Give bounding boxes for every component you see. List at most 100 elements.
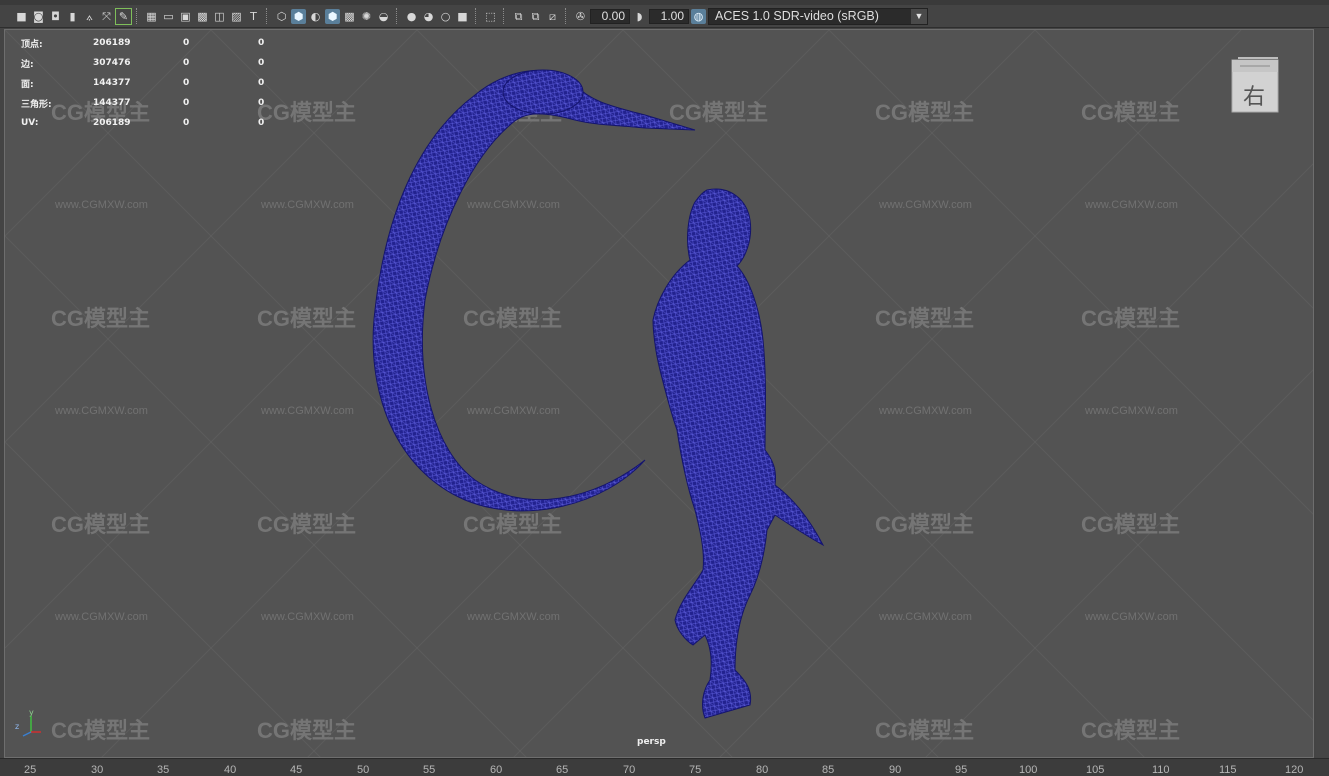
grease-pencil-icon[interactable]: ✎ <box>115 7 132 25</box>
hud-row: 三角形: 144377 0 0 <box>21 93 298 113</box>
hud-value: 144377 <box>93 78 131 88</box>
time-tick-label: 55 <box>423 764 436 776</box>
time-tick-label: 90 <box>889 764 902 776</box>
bookmark-icon[interactable]: ▮ <box>65 9 80 24</box>
hud-value: 0 <box>183 38 190 48</box>
toolbar-separator <box>136 8 139 24</box>
viewport-toolbar: ■ ◙ ◘ ▮ ⟑ ⤧ ✎ ▦ ▭ ▣ ▩ ◫ ▨ T ⬡ ⬢ ◐ ⬢ ▩ ✺ … <box>0 5 1329 28</box>
creature-tail <box>372 70 696 512</box>
hud-value: 0 <box>258 118 265 128</box>
exposure-icon[interactable]: ✇ <box>573 9 588 24</box>
toolbar-separator <box>396 8 399 24</box>
field-chart-icon[interactable]: ◫ <box>212 9 227 24</box>
xray-components-icon[interactable]: ⧄ <box>545 9 560 24</box>
hud-label: 三角形: <box>21 99 52 110</box>
axis-y-label: y <box>29 708 34 717</box>
gamma-field[interactable]: 1.00 <box>649 8 689 24</box>
time-tick-label: 35 <box>157 764 170 776</box>
axis-z-label: z <box>15 722 20 731</box>
hud-label: 顶点: <box>21 39 43 50</box>
time-tick-label: 60 <box>490 764 503 776</box>
tail-tip-coil <box>502 69 584 115</box>
lights-icon[interactable]: ✺ <box>359 9 374 24</box>
right-panel-edge <box>1316 29 1329 758</box>
grid-icon[interactable]: ▦ <box>144 9 159 24</box>
film-gate-icon[interactable]: ▭ <box>161 9 176 24</box>
hud-label: UV: <box>21 118 39 128</box>
motion-blur-icon[interactable]: ◕ <box>421 9 436 24</box>
hud-value: 144377 <box>93 98 131 108</box>
time-slider[interactable]: 25 30 35 40 45 50 55 60 65 70 75 80 85 9… <box>0 758 1329 776</box>
hud-value: 0 <box>183 78 190 88</box>
time-tick-label: 105 <box>1086 764 1105 776</box>
hud-value: 0 <box>183 58 190 68</box>
color-management-icon[interactable]: ◍ <box>691 8 706 24</box>
shadows-icon[interactable]: ◒ <box>376 9 391 24</box>
view-cube[interactable]: 右 <box>1230 57 1280 114</box>
hud-value: 0 <box>183 98 190 108</box>
time-tick-label: 75 <box>689 764 702 776</box>
wireframe-icon[interactable]: ⬡ <box>274 9 289 24</box>
time-tick-label: 80 <box>756 764 769 776</box>
default-material-icon[interactable]: ◐ <box>308 9 323 24</box>
time-tick-label: 100 <box>1019 764 1038 776</box>
time-tick-label: 110 <box>1152 764 1170 776</box>
hud-row: UV: 206189 0 0 <box>21 113 298 133</box>
time-tick-label: 70 <box>623 764 636 776</box>
hud-row: 面: 144377 0 0 <box>21 73 298 93</box>
hud-value: 0 <box>258 98 265 108</box>
time-tick-label: 115 <box>1219 764 1237 776</box>
chevron-down-icon[interactable]: ▼ <box>911 8 927 24</box>
hud-row: 边: 307476 0 0 <box>21 53 298 73</box>
time-tick-label: 40 <box>224 764 237 776</box>
wireframe-model[interactable] <box>5 30 1314 758</box>
hud-value: 206189 <box>93 118 131 128</box>
toolbar-separator <box>475 8 478 24</box>
creature-body <box>652 188 825 719</box>
perspective-viewport[interactable]: CG模型主 CG模型主 CG模型主 CG模型主 CG模型主 CG模型主 www.… <box>4 29 1314 758</box>
image-plane-icon[interactable]: ⟑ <box>82 9 97 24</box>
time-tick-label: 50 <box>357 764 370 776</box>
hud-label: 边: <box>21 59 34 70</box>
select-camera-icon[interactable]: ■ <box>14 9 29 24</box>
screen-space-ao-icon[interactable]: ● <box>404 9 419 24</box>
hud-value: 0 <box>258 78 265 88</box>
hud-label: 面: <box>21 79 34 90</box>
anti-aliasing-icon[interactable]: ○ <box>438 9 453 24</box>
depth-of-field-icon[interactable]: ■ <box>455 9 470 24</box>
hud-value: 0 <box>183 118 190 128</box>
time-tick-label: 85 <box>822 764 835 776</box>
smooth-shade-icon[interactable]: ⬢ <box>291 8 306 24</box>
2d-pan-zoom-icon[interactable]: ⤧ <box>99 9 114 24</box>
camera-icon[interactable]: ◙ <box>31 9 46 24</box>
color-space-value: ACES 1.0 SDR-video (sRGB) <box>715 9 879 23</box>
hud-value: 307476 <box>93 58 131 68</box>
toolbar-separator <box>565 8 568 24</box>
exposure-field[interactable]: 0.00 <box>590 8 630 24</box>
safe-action-icon[interactable]: ▨ <box>229 9 244 24</box>
time-tick-label: 95 <box>955 764 968 776</box>
isolate-icon[interactable]: ⬚ <box>483 9 498 24</box>
wireframe-on-shaded-icon[interactable]: ⬢ <box>325 8 340 24</box>
gamma-icon[interactable]: ◗ <box>632 9 647 24</box>
camera-name-label: persp <box>637 737 666 747</box>
hud-value: 206189 <box>93 38 131 48</box>
hud-value: 0 <box>258 58 265 68</box>
time-tick-label: 30 <box>91 764 104 776</box>
toolbar-separator <box>266 8 269 24</box>
time-tick-label: 120 <box>1285 764 1304 776</box>
xray-joints-icon[interactable]: ⧉ <box>528 9 543 24</box>
gate-mask-icon[interactable]: ▩ <box>195 9 210 24</box>
color-space-dropdown[interactable]: ACES 1.0 SDR-video (sRGB) ▼ <box>708 7 928 25</box>
time-tick-label: 25 <box>24 764 37 776</box>
textured-icon[interactable]: ▩ <box>342 9 357 24</box>
time-tick-label: 65 <box>556 764 569 776</box>
hud-value: 0 <box>258 38 265 48</box>
poly-count-hud: 顶点: 206189 0 0 边: 307476 0 0 面: 144377 0… <box>21 33 298 133</box>
time-tick-label: 45 <box>290 764 303 776</box>
toolbar-separator <box>503 8 506 24</box>
safe-title-icon[interactable]: T <box>246 9 261 24</box>
xray-icon[interactable]: ⧉ <box>511 9 526 24</box>
camera-attr-icon[interactable]: ◘ <box>48 9 63 24</box>
resolution-gate-icon[interactable]: ▣ <box>178 9 193 24</box>
